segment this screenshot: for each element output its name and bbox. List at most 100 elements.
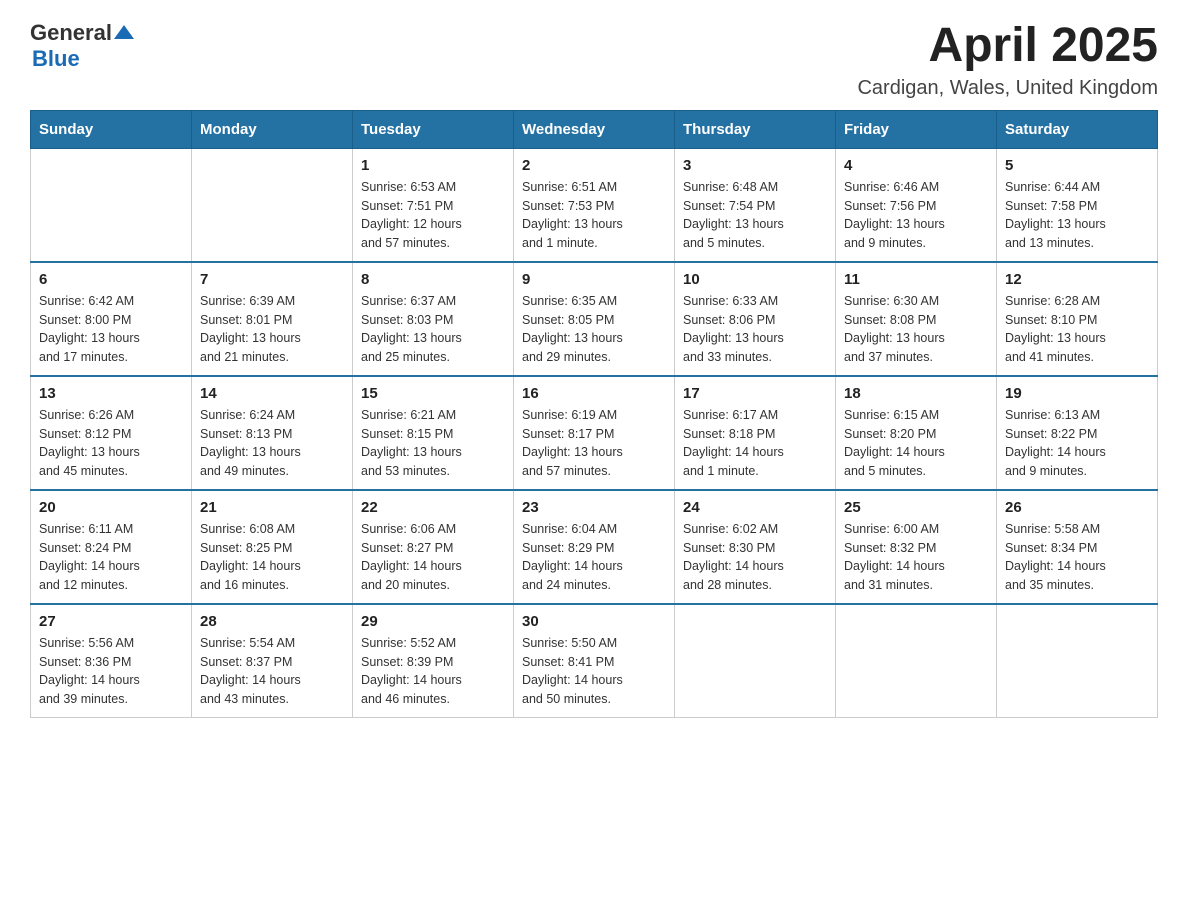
- logo-wordmark: General Blue: [30, 20, 134, 72]
- day-number: 14: [200, 385, 344, 402]
- day-info: Sunrise: 6:37 AM Sunset: 8:03 PM Dayligh…: [361, 292, 505, 367]
- weekday-header-thursday: Thursday: [675, 110, 836, 148]
- calendar-cell: 27 Sunrise: 5:56 AM Sunset: 8:36 PM Dayli…: [31, 604, 192, 718]
- calendar-cell: [997, 604, 1158, 718]
- page-subtitle: Cardigan, Wales, United Kingdom: [857, 77, 1158, 100]
- calendar-cell: 13Sunrise: 6:26 AM Sunset: 8:12 PM Dayli…: [31, 376, 192, 490]
- day-number: 30: [522, 613, 666, 630]
- day-info: Sunrise: 6:51 AM Sunset: 7:53 PM Dayligh…: [522, 178, 666, 253]
- logo-text-blue: Blue: [32, 46, 80, 71]
- day-info: Sunrise: 6:08 AM Sunset: 8:25 PM Dayligh…: [200, 520, 344, 595]
- calendar-cell: 25 Sunrise: 6:00 AM Sunset: 8:32 PM Dayli…: [836, 490, 997, 604]
- calendar-week-3: 20 Sunrise: 6:11 AM Sunset: 8:24 PM Dayli…: [31, 490, 1158, 604]
- calendar-cell: 22 Sunrise: 6:06 AM Sunset: 8:27 PM Dayli…: [353, 490, 514, 604]
- day-number: 29: [361, 613, 505, 630]
- calendar-cell: 17 Sunrise: 6:17 AM Sunset: 8:18 PM Dayli…: [675, 376, 836, 490]
- day-info: Sunrise: 6:24 AM Sunset: 8:13 PM Dayligh…: [200, 406, 344, 481]
- calendar-cell: 8Sunrise: 6:37 AM Sunset: 8:03 PM Daylig…: [353, 262, 514, 376]
- day-info: Sunrise: 6:44 AM Sunset: 7:58 PM Dayligh…: [1005, 178, 1149, 253]
- day-info: Sunrise: 6:21 AM Sunset: 8:15 PM Dayligh…: [361, 406, 505, 481]
- weekday-header-sunday: Sunday: [31, 110, 192, 148]
- day-info: Sunrise: 6:15 AM Sunset: 8:20 PM Dayligh…: [844, 406, 988, 481]
- day-number: 16: [522, 385, 666, 402]
- calendar-header: SundayMondayTuesdayWednesdayThursdayFrid…: [31, 110, 1158, 148]
- day-number: 15: [361, 385, 505, 402]
- calendar-cell: 3Sunrise: 6:48 AM Sunset: 7:54 PM Daylig…: [675, 148, 836, 262]
- day-info: Sunrise: 6:04 AM Sunset: 8:29 PM Dayligh…: [522, 520, 666, 595]
- day-number: 22: [361, 499, 505, 516]
- day-info: Sunrise: 6:02 AM Sunset: 8:30 PM Dayligh…: [683, 520, 827, 595]
- calendar-cell: 11Sunrise: 6:30 AM Sunset: 8:08 PM Dayli…: [836, 262, 997, 376]
- day-info: Sunrise: 6:13 AM Sunset: 8:22 PM Dayligh…: [1005, 406, 1149, 481]
- calendar-cell: 18 Sunrise: 6:15 AM Sunset: 8:20 PM Dayli…: [836, 376, 997, 490]
- page-title: April 2025: [857, 20, 1158, 73]
- day-number: 6: [39, 271, 183, 288]
- calendar-body: 1 Sunrise: 6:53 AM Sunset: 7:51 PM Daylig…: [31, 148, 1158, 717]
- day-info: Sunrise: 5:50 AM Sunset: 8:41 PM Dayligh…: [522, 634, 666, 709]
- calendar-cell: 16 Sunrise: 6:19 AM Sunset: 8:17 PM Dayli…: [514, 376, 675, 490]
- calendar-week-4: 27 Sunrise: 5:56 AM Sunset: 8:36 PM Dayli…: [31, 604, 1158, 718]
- calendar-cell: 21 Sunrise: 6:08 AM Sunset: 8:25 PM Dayli…: [192, 490, 353, 604]
- day-info: Sunrise: 6:39 AM Sunset: 8:01 PM Dayligh…: [200, 292, 344, 367]
- day-number: 17: [683, 385, 827, 402]
- calendar-table: SundayMondayTuesdayWednesdayThursdayFrid…: [30, 110, 1158, 718]
- day-info: Sunrise: 6:26 AM Sunset: 8:12 PM Dayligh…: [39, 406, 183, 481]
- day-number: 20: [39, 499, 183, 516]
- day-number: 10: [683, 271, 827, 288]
- calendar-cell: 10Sunrise: 6:33 AM Sunset: 8:06 PM Dayli…: [675, 262, 836, 376]
- day-number: 5: [1005, 157, 1149, 174]
- calendar-cell: 30 Sunrise: 5:50 AM Sunset: 8:41 PM Dayli…: [514, 604, 675, 718]
- calendar-cell: 19 Sunrise: 6:13 AM Sunset: 8:22 PM Dayli…: [997, 376, 1158, 490]
- page-header: General Blue April 2025 Cardigan, Wales,…: [30, 20, 1158, 100]
- day-number: 24: [683, 499, 827, 516]
- calendar-cell: 28 Sunrise: 5:54 AM Sunset: 8:37 PM Dayli…: [192, 604, 353, 718]
- day-number: 1: [361, 157, 505, 174]
- day-info: Sunrise: 6:19 AM Sunset: 8:17 PM Dayligh…: [522, 406, 666, 481]
- calendar-cell: 4 Sunrise: 6:46 AM Sunset: 7:56 PM Daylig…: [836, 148, 997, 262]
- day-number: 4: [844, 157, 988, 174]
- calendar-cell: 24 Sunrise: 6:02 AM Sunset: 8:30 PM Dayli…: [675, 490, 836, 604]
- calendar-cell: 29 Sunrise: 5:52 AM Sunset: 8:39 PM Dayli…: [353, 604, 514, 718]
- day-number: 23: [522, 499, 666, 516]
- day-number: 18: [844, 385, 988, 402]
- day-info: Sunrise: 6:30 AM Sunset: 8:08 PM Dayligh…: [844, 292, 988, 367]
- calendar-cell: 9Sunrise: 6:35 AM Sunset: 8:05 PM Daylig…: [514, 262, 675, 376]
- day-number: 3: [683, 157, 827, 174]
- calendar-cell: [836, 604, 997, 718]
- day-info: Sunrise: 5:52 AM Sunset: 8:39 PM Dayligh…: [361, 634, 505, 709]
- day-number: 21: [200, 499, 344, 516]
- calendar-cell: [192, 148, 353, 262]
- title-block: April 2025 Cardigan, Wales, United Kingd…: [857, 20, 1158, 100]
- day-number: 28: [200, 613, 344, 630]
- day-info: Sunrise: 5:54 AM Sunset: 8:37 PM Dayligh…: [200, 634, 344, 709]
- calendar-cell: 6 Sunrise: 6:42 AM Sunset: 8:00 PM Daylig…: [31, 262, 192, 376]
- weekday-header-row: SundayMondayTuesdayWednesdayThursdayFrid…: [31, 110, 1158, 148]
- weekday-header-saturday: Saturday: [997, 110, 1158, 148]
- day-number: 25: [844, 499, 988, 516]
- day-number: 7: [200, 271, 344, 288]
- calendar-cell: [675, 604, 836, 718]
- day-info: Sunrise: 5:56 AM Sunset: 8:36 PM Dayligh…: [39, 634, 183, 709]
- day-info: Sunrise: 6:53 AM Sunset: 7:51 PM Dayligh…: [361, 178, 505, 253]
- calendar-cell: 20 Sunrise: 6:11 AM Sunset: 8:24 PM Dayli…: [31, 490, 192, 604]
- calendar-cell: 5 Sunrise: 6:44 AM Sunset: 7:58 PM Daylig…: [997, 148, 1158, 262]
- logo-text-general: General: [30, 20, 112, 46]
- weekday-header-wednesday: Wednesday: [514, 110, 675, 148]
- day-info: Sunrise: 6:42 AM Sunset: 8:00 PM Dayligh…: [39, 292, 183, 367]
- day-info: Sunrise: 6:28 AM Sunset: 8:10 PM Dayligh…: [1005, 292, 1149, 367]
- calendar-week-1: 6 Sunrise: 6:42 AM Sunset: 8:00 PM Daylig…: [31, 262, 1158, 376]
- day-info: Sunrise: 6:06 AM Sunset: 8:27 PM Dayligh…: [361, 520, 505, 595]
- calendar-cell: 15 Sunrise: 6:21 AM Sunset: 8:15 PM Dayli…: [353, 376, 514, 490]
- calendar-cell: 1 Sunrise: 6:53 AM Sunset: 7:51 PM Daylig…: [353, 148, 514, 262]
- weekday-header-friday: Friday: [836, 110, 997, 148]
- day-info: Sunrise: 6:00 AM Sunset: 8:32 PM Dayligh…: [844, 520, 988, 595]
- day-info: Sunrise: 6:46 AM Sunset: 7:56 PM Dayligh…: [844, 178, 988, 253]
- weekday-header-monday: Monday: [192, 110, 353, 148]
- calendar-cell: 2Sunrise: 6:51 AM Sunset: 7:53 PM Daylig…: [514, 148, 675, 262]
- day-number: 27: [39, 613, 183, 630]
- day-number: 19: [1005, 385, 1149, 402]
- day-number: 12: [1005, 271, 1149, 288]
- day-info: Sunrise: 6:17 AM Sunset: 8:18 PM Dayligh…: [683, 406, 827, 481]
- day-info: Sunrise: 6:11 AM Sunset: 8:24 PM Dayligh…: [39, 520, 183, 595]
- calendar-cell: 7 Sunrise: 6:39 AM Sunset: 8:01 PM Daylig…: [192, 262, 353, 376]
